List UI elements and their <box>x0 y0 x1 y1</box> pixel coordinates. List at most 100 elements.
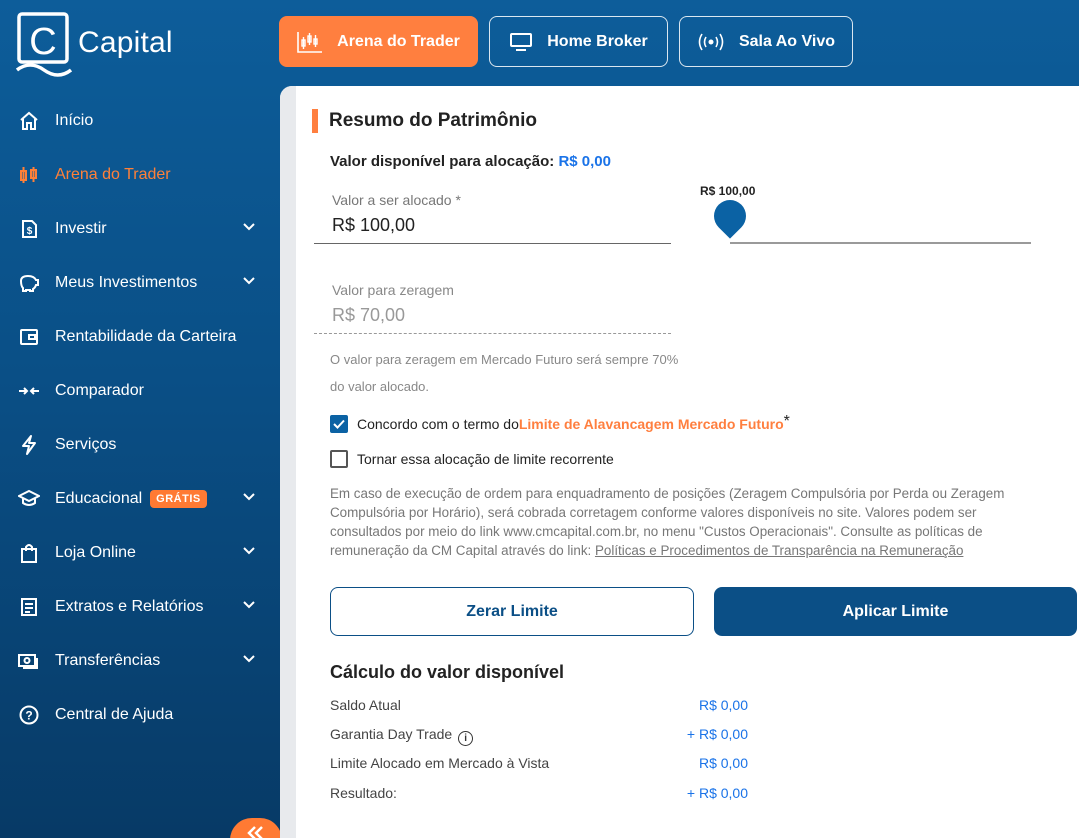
leverage-limit-terms-link[interactable]: Limite de Alavancagem Mercado Futuro <box>519 416 784 432</box>
graduation-cap-icon <box>18 488 40 510</box>
sidebar-item-label: Central de Ajuda <box>55 706 174 723</box>
chevron-down-icon <box>243 655 255 663</box>
calc-value: + R$ 0,00 <box>686 726 748 742</box>
chevron-down-icon <box>243 493 255 501</box>
money-transfer-icon <box>18 650 40 672</box>
zero-field-label: Valor para zeragem <box>332 282 454 298</box>
wallet-icon <box>18 326 40 348</box>
sidebar-item-arena-do-trader[interactable]: Arena do Trader <box>0 148 280 202</box>
sidebar: C Capital Início Arena do Trader $ Inves… <box>0 0 282 838</box>
monitor-icon <box>509 32 533 52</box>
agree-terms-row[interactable]: Concordo com o termo do Limite de Alavan… <box>330 413 790 433</box>
disclaimer-text: Em caso de execução de ordem para enquad… <box>330 484 1050 560</box>
calc-value: + R$ 0,00 <box>686 785 748 801</box>
checkmark-icon <box>333 419 345 429</box>
calc-row-garantia: Garantia Day Trade i + R$ 0,00 <box>330 726 748 746</box>
tab-arena-do-trader[interactable]: Arena do Trader <box>279 16 478 67</box>
svg-text:$: $ <box>27 226 33 237</box>
sidebar-item-label: Transferências <box>55 652 161 669</box>
lightning-icon <box>18 434 40 456</box>
remuneration-policy-link[interactable]: Políticas e Procedimentos de Transparênc… <box>595 543 963 558</box>
sidebar-menu: Início Arena do Trader $ Investir Meus I… <box>0 94 280 742</box>
calc-label: Garantia Day Trade <box>330 726 453 742</box>
zero-hint-line1: O valor para zeragem em Mercado Futuro s… <box>330 352 679 367</box>
chevron-down-icon <box>243 223 255 231</box>
tab-label: Arena do Trader <box>337 32 460 50</box>
sidebar-item-label: Loja Online <box>55 544 136 561</box>
svg-text:?: ? <box>25 709 32 723</box>
tab-sala-ao-vivo[interactable]: Sala Ao Vivo <box>679 16 853 67</box>
collapse-sidebar-button[interactable] <box>230 818 282 838</box>
sidebar-item-label: Educacional <box>55 490 143 507</box>
sidebar-item-rentabilidade[interactable]: Rentabilidade da Carteira <box>0 310 280 364</box>
sidebar-item-investir[interactable]: $ Investir <box>0 202 280 256</box>
brand-logo[interactable]: C Capital <box>15 12 173 78</box>
report-icon <box>18 596 40 618</box>
document-dollar-icon: $ <box>18 218 40 240</box>
recurring-label: Tornar essa alocação de limite recorrent… <box>357 451 614 467</box>
sidebar-item-educacional[interactable]: Educacional GRÁTIS <box>0 472 280 526</box>
sidebar-item-inicio[interactable]: Início <box>0 94 280 148</box>
allocation-slider-track[interactable] <box>730 242 1031 244</box>
recurring-checkbox[interactable] <box>330 450 348 468</box>
agree-terms-prefix: Concordo com o termo do <box>357 416 519 432</box>
aplicar-limite-button[interactable]: Aplicar Limite <box>714 587 1077 636</box>
available-value: R$ 0,00 <box>558 153 611 170</box>
agree-terms-checkbox[interactable] <box>330 415 348 433</box>
available-amount: Valor disponível para alocação: R$ 0,00 <box>330 153 611 170</box>
calc-label: Limite Alocado em Mercado à Vista <box>330 755 550 771</box>
sidebar-item-extratos[interactable]: Extratos e Relatórios <box>0 580 280 634</box>
available-label: Valor disponível para alocação: <box>330 153 555 170</box>
sidebar-item-label: Meus Investimentos <box>55 274 198 291</box>
recurring-row[interactable]: Tornar essa alocação de limite recorrent… <box>330 450 614 468</box>
zero-field: R$ 70,00 <box>332 305 406 325</box>
allocation-slider-thumb[interactable] <box>707 193 753 239</box>
card-body: Resumo do Patrimônio Valor disponível pa… <box>296 86 1079 838</box>
calc-label: Saldo Atual <box>330 697 401 713</box>
sidebar-item-transferencias[interactable]: Transferências <box>0 634 280 688</box>
allocate-field-underline <box>314 243 671 244</box>
sidebar-item-label: Rentabilidade da Carteira <box>55 328 237 345</box>
calc-title: Cálculo do valor disponível <box>330 662 565 682</box>
sidebar-item-servicos[interactable]: Serviços <box>0 418 280 472</box>
sidebar-item-loja-online[interactable]: Loja Online <box>0 526 280 580</box>
sidebar-item-label: Investir <box>55 220 107 237</box>
allocate-field-label: Valor a ser alocado * <box>332 192 461 208</box>
logo-mark-icon: C <box>15 12 73 78</box>
tab-home-broker[interactable]: Home Broker <box>489 16 668 67</box>
double-chevron-left-icon <box>247 826 263 838</box>
sidebar-item-label: Extratos e Relatórios <box>55 598 204 615</box>
shopping-bag-icon <box>18 542 40 564</box>
info-icon[interactable]: i <box>458 731 474 746</box>
broadcast-icon <box>697 32 725 52</box>
sidebar-item-label: Serviços <box>55 436 117 453</box>
allocate-field[interactable]: R$ 100,00 <box>332 215 415 236</box>
sidebar-item-label: Comparador <box>55 382 144 399</box>
zero-hint-line2: do valor alocado. <box>330 379 430 394</box>
calc-value: R$ 0,00 <box>698 697 748 713</box>
help-circle-icon: ? <box>18 704 40 726</box>
calc-label: Resultado: <box>330 785 397 801</box>
chevron-down-icon <box>243 601 255 609</box>
candlestick-chart-icon <box>297 31 323 53</box>
tab-label: Sala Ao Vivo <box>738 32 836 50</box>
zerar-limite-button[interactable]: Zerar Limite <box>330 587 694 636</box>
home-icon <box>18 110 40 132</box>
chevron-down-icon <box>243 277 255 285</box>
required-asterisk: * <box>783 413 790 430</box>
section-accent-bar <box>312 109 318 133</box>
free-badge: GRÁTIS <box>150 490 207 508</box>
sidebar-item-central-de-ajuda[interactable]: ? Central de Ajuda <box>0 688 280 742</box>
slider-value-label: R$ 100,00 <box>700 184 756 198</box>
sidebar-item-meus-investimentos[interactable]: Meus Investimentos <box>0 256 280 310</box>
page-title: Resumo do Patrimônio <box>329 110 537 131</box>
calc-row-limite-alocado: Limite Alocado em Mercado à Vista R$ 0,0… <box>330 755 748 771</box>
calc-value: R$ 0,00 <box>698 755 748 771</box>
sidebar-item-comparador[interactable]: Comparador <box>0 364 280 418</box>
zero-field-underline <box>314 333 671 334</box>
tab-label: Home Broker <box>547 32 648 50</box>
candlestick-chart-icon <box>18 164 40 186</box>
sidebar-item-label: Arena do Trader <box>55 166 171 183</box>
svg-text:C: C <box>29 21 56 63</box>
patrimony-summary-card: Resumo do Patrimônio Valor disponível pa… <box>280 86 1079 838</box>
